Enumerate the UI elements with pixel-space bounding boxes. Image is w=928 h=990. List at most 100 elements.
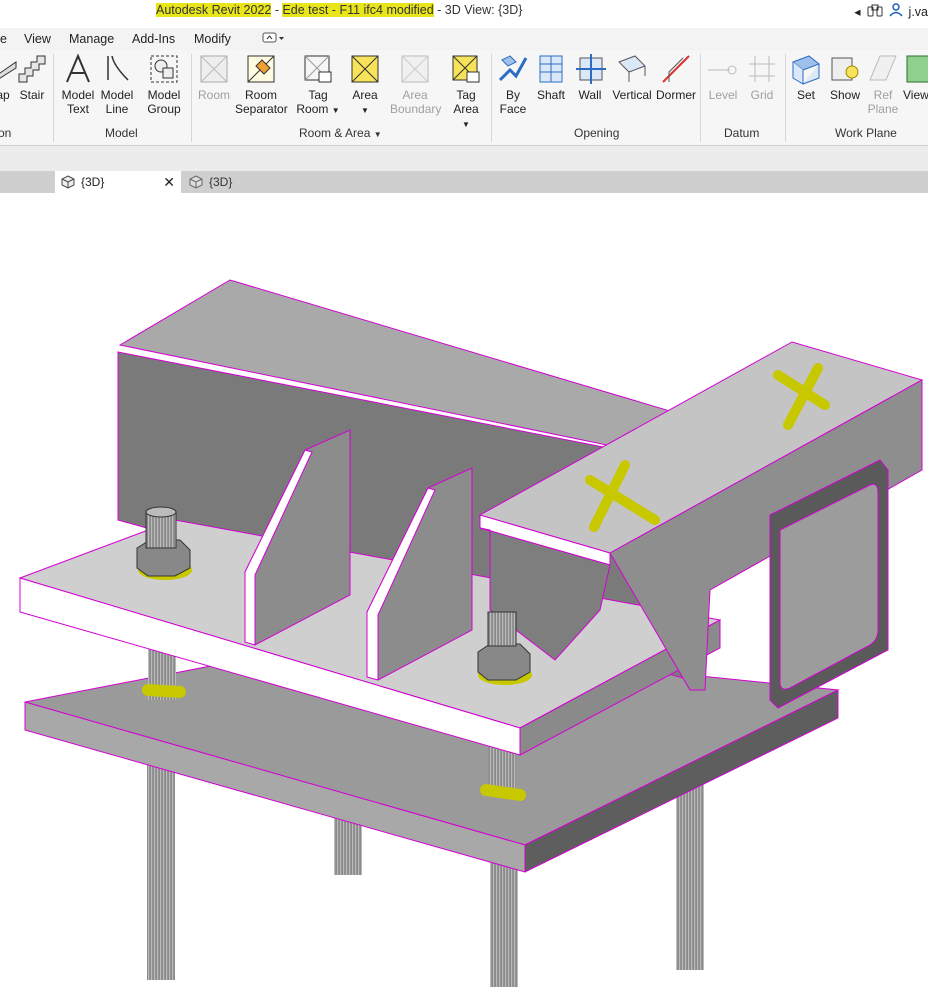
stair-tool[interactable]: Stair (15, 52, 49, 102)
app-name: Autodesk Revit 2022 (156, 3, 272, 17)
model-group-tool[interactable]: Model Group (142, 52, 186, 116)
dormer-tool[interactable]: Dormer (656, 52, 696, 102)
panel-label-work-plane: Work Plane (835, 126, 897, 140)
binoculars-icon[interactable] (867, 3, 883, 20)
tag-room-tool[interactable]: Tag Room ▼ (296, 52, 340, 118)
view-tab-3d[interactable]: {3D} (183, 171, 303, 193)
tool-label: ap (0, 88, 10, 102)
tool-label: Room (244, 88, 277, 102)
context-dropdown-icon[interactable] (262, 31, 286, 48)
window-title: Autodesk Revit 2022 - Ede test - F11 ifc… (156, 3, 522, 17)
menu-item-modify[interactable]: Modify (194, 32, 231, 46)
menu-item-view[interactable]: View (24, 32, 51, 46)
vertical-opening-tool[interactable]: Vertical (611, 52, 653, 102)
ref-plane-tool[interactable]: Ref Plane (866, 52, 900, 116)
tool-label: Model (61, 88, 95, 102)
tag-area-tool[interactable]: Tag Area ▼ (448, 52, 484, 132)
panel-separator (700, 54, 701, 142)
tool-label: Room (296, 102, 329, 116)
tool-label: Dormer (656, 88, 697, 102)
area-boundary-icon (401, 55, 429, 83)
panel-label-opening: Opening (574, 126, 620, 140)
tag-area-icon (452, 55, 480, 83)
vertical-opening-icon (618, 55, 646, 82)
tool-label: Stair (19, 88, 45, 102)
panel-separator (785, 54, 786, 142)
tool-label: Area (402, 88, 428, 102)
user-icon[interactable] (888, 3, 903, 20)
set-tool[interactable]: Set (789, 52, 823, 102)
panel-label-model: Model (105, 126, 138, 140)
ref-plane-icon (869, 55, 897, 81)
tab-label: {3D} (81, 175, 105, 189)
tool-label: Shaft (536, 88, 566, 102)
tool-label: Area (352, 88, 378, 102)
viewer-icon (906, 55, 928, 83)
tool-label: Face (499, 102, 527, 116)
tool-label: Line (105, 102, 129, 116)
area-boundary-tool[interactable]: Area Boundary (390, 52, 441, 116)
room-separator-icon (247, 55, 275, 83)
dormer-icon (662, 55, 690, 83)
view-name: - 3D View: {3D} (433, 3, 523, 17)
tool-label: Wall (578, 88, 602, 102)
dropdown-arrow-icon[interactable]: ▼ (332, 106, 340, 115)
tag-room-icon (304, 55, 332, 83)
tool-label: Text (66, 102, 89, 116)
tool-label: Plane (867, 102, 899, 116)
by-face-icon (498, 55, 528, 82)
panel-separator (491, 54, 492, 142)
panel-label-datum: Datum (724, 126, 760, 140)
panel-label: on (0, 126, 12, 140)
menu-item-manage[interactable]: Manage (69, 32, 114, 46)
tool-label: Level (708, 88, 738, 102)
model-text-tool[interactable]: Model Text (58, 52, 98, 116)
tool-label: Tag (456, 88, 476, 102)
view-tab-3d-active[interactable]: {3D} ✕ (55, 171, 181, 193)
show-tool[interactable]: Show (827, 52, 863, 102)
stair-icon (18, 55, 46, 83)
tool-label: Room (197, 88, 230, 102)
ribbon: ap Stair ModelText ModelLine ModelGroup … (0, 50, 928, 146)
menu-bar: e View Manage Add-Ins Modify (0, 28, 928, 50)
dropdown-arrow-icon[interactable]: ▼ (462, 120, 470, 129)
dropdown-arrow-icon[interactable]: ▼ (361, 106, 369, 115)
ribbon-gap (0, 146, 928, 171)
wall-opening-icon (576, 54, 606, 84)
collapse-arrow-icon[interactable]: ◂ (854, 4, 860, 19)
area-tool[interactable]: Area ▼ (346, 52, 384, 118)
title-right: ◂ j.va (854, 3, 928, 20)
title-bar: Autodesk Revit 2022 - Ede test - F11 ifc… (0, 0, 928, 26)
model-line-tool[interactable]: Model Line (98, 52, 136, 116)
room-tool[interactable]: Room (196, 52, 232, 102)
tool-label: Separator (235, 102, 288, 116)
level-tool[interactable]: Level (706, 52, 740, 102)
menu-item-addins[interactable]: Add-Ins (132, 32, 175, 46)
by-face-tool[interactable]: By Face (496, 52, 530, 116)
panel-label-room-area[interactable]: Room & Area ▼ (299, 126, 382, 140)
wall-opening-tool[interactable]: Wall (574, 52, 606, 102)
3d-viewport[interactable] (0, 193, 928, 987)
room-separator-tool[interactable]: Room Separator (235, 52, 288, 116)
tool-label: Model (100, 88, 134, 102)
title-separator: - (271, 3, 283, 17)
model-line-icon (107, 55, 129, 81)
tool-label: Group (147, 102, 181, 116)
user-name[interactable]: j.va (909, 5, 928, 19)
tool-label: Show (829, 88, 861, 102)
tool-label: Grid (750, 88, 774, 102)
close-icon[interactable]: ✕ (163, 174, 175, 191)
menu-item-partial[interactable]: e (0, 32, 7, 46)
panel-dropdown-icon: ▼ (373, 130, 382, 139)
shaft-tool[interactable]: Shaft (534, 52, 568, 102)
room-icon (200, 55, 228, 83)
area-icon (351, 55, 379, 83)
tool-label: View (903, 88, 928, 102)
viewer-tool[interactable]: View (903, 52, 928, 102)
set-icon (792, 55, 820, 85)
project-name: Ede test - F11 ifc4 modified (282, 3, 434, 17)
tool-label: Area (453, 102, 479, 116)
grid-tool[interactable]: Grid (745, 52, 779, 102)
3d-view-icon (61, 175, 75, 189)
steel-connection-model[interactable] (0, 193, 928, 987)
